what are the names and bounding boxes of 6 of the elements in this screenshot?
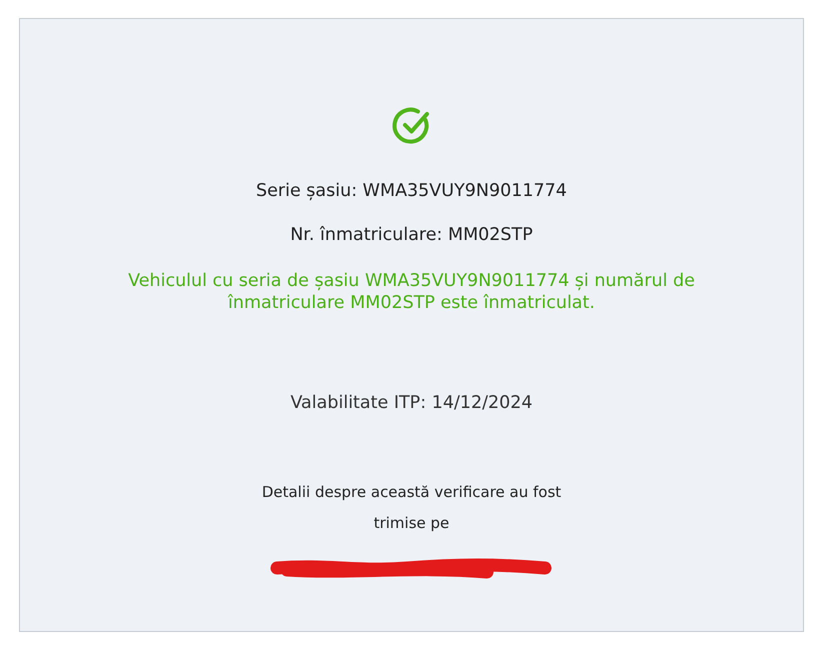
status-message: Vehiculul cu seria de șasiu WMA35VUY9N9011774 și numărul de înmatriculare MM02STP este înmatriculat. xyxy=(127,270,696,314)
itp-validity: Valabilitate ITP: 14/12/2024 xyxy=(290,392,533,414)
details-note: Detalii despre această verificare au fost trimise pe xyxy=(260,482,562,534)
plate-number: Nr. înmatriculare: MM02STP xyxy=(290,224,533,246)
check-circle-icon xyxy=(392,106,432,146)
chassis-number: Serie șasiu: WMA35VUY9N9011774 xyxy=(256,180,567,202)
